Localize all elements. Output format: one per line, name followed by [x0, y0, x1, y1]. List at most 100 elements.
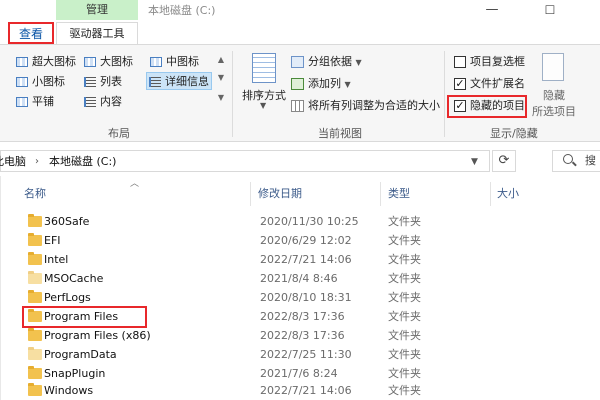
layout-item-label: 中图标: [166, 55, 199, 68]
file-type: 文件夹: [388, 291, 421, 304]
column-header-name[interactable]: 名称: [24, 186, 46, 202]
file-name: Windows: [44, 384, 94, 397]
hidden-folder-icon: [28, 271, 42, 284]
chevron-down-icon[interactable]: ▼: [216, 71, 226, 85]
layout-item-label: 大图标: [100, 55, 133, 68]
layout-list[interactable]: 列表: [82, 73, 122, 91]
folder-icon: [28, 366, 42, 379]
file-type: 文件夹: [388, 215, 421, 228]
column-divider[interactable]: [250, 182, 251, 206]
sort-icon: [252, 53, 276, 83]
large-icons-icon: [84, 57, 96, 67]
layout-extra-large-icons[interactable]: 超大图标: [14, 53, 76, 71]
chevron-down-icon: ▼: [260, 101, 267, 110]
group-label-show-hide: 显示/隐藏: [490, 127, 538, 140]
item-checkboxes-toggle[interactable]: 项目复选框: [452, 53, 525, 71]
table-row[interactable]: 360Safe 2020/11/30 10:25 文件夹: [18, 212, 488, 231]
window-title: 本地磁盘 (C:): [148, 4, 216, 17]
column-header-type[interactable]: 类型: [388, 186, 410, 202]
folder-icon: [28, 383, 42, 396]
layout-medium-icons[interactable]: 中图标: [148, 53, 199, 71]
table-row[interactable]: PerfLogs 2020/8/10 18:31 文件夹: [18, 288, 488, 307]
search-placeholder: 搜: [585, 154, 596, 167]
file-modified-date: 2020/11/30 10:25: [260, 215, 359, 228]
hide-selected-label-line2: 所选项目: [532, 105, 576, 118]
table-row[interactable]: EFI 2020/6/29 12:02 文件夹: [18, 231, 488, 250]
fit-columns-icon: [291, 100, 304, 112]
add-column-button[interactable]: 添加列 ▼: [290, 75, 351, 93]
tab-view[interactable]: 查看: [8, 22, 54, 44]
layout-small-icons[interactable]: 小图标: [14, 73, 65, 91]
file-name: ProgramData: [44, 348, 117, 361]
refresh-button[interactable]: ⟳: [492, 150, 516, 172]
breadcrumb-local-disk[interactable]: 本地磁盘 (C:): [49, 154, 116, 170]
group-label-current-view: 当前视图: [318, 127, 362, 140]
table-row[interactable]: Program Files (x86) 2022/8/3 17:36 文件夹: [18, 326, 488, 345]
list-icon: [84, 77, 96, 87]
folder-icon: [28, 233, 42, 246]
folder-icon: [28, 328, 42, 341]
checkbox-checked[interactable]: ✓: [454, 78, 466, 90]
column-header-size[interactable]: 大小: [497, 186, 519, 202]
chevron-down-icon[interactable]: ▼: [471, 154, 478, 170]
hide-selected-label: 隐藏: [543, 89, 565, 102]
layout-item-label: 列表: [100, 75, 122, 88]
layout-details[interactable]: 详细信息: [146, 72, 212, 90]
file-extensions-label: 文件扩展名: [470, 77, 525, 90]
breadcrumb-this-pc[interactable]: 此电脑: [0, 154, 26, 170]
table-row[interactable]: Intel 2022/7/21 14:06 文件夹: [18, 250, 488, 269]
title-bar: 管理 本地磁盘 (C:) — ☐ 查看 驱动器工具: [0, 0, 600, 44]
file-name: 360Safe: [44, 215, 90, 228]
chevron-down-icon: ▼: [344, 80, 351, 89]
maximize-button[interactable]: ☐: [530, 0, 570, 22]
search-input[interactable]: 搜: [552, 150, 600, 172]
checkbox[interactable]: [454, 56, 466, 68]
layout-content[interactable]: 内容: [82, 93, 122, 111]
column-divider[interactable]: [380, 182, 381, 206]
address-bar-row: 此电脑 › 本地磁盘 (C:) ▼ ⟳ 搜: [0, 148, 600, 176]
search-icon: [563, 154, 573, 164]
file-name: PerfLogs: [44, 291, 91, 304]
minimize-button[interactable]: —: [472, 0, 512, 22]
table-row[interactable]: MSOCache 2021/8/4 8:46 文件夹: [18, 269, 488, 288]
file-modified-date: 2022/7/21 14:06: [260, 253, 352, 266]
chevron-up-icon[interactable]: ▲: [216, 53, 226, 67]
group-by-icon: [291, 56, 304, 68]
file-modified-date: 2020/6/29 12:02: [260, 234, 352, 247]
table-row[interactable]: ProgramData 2022/7/25 11:30 文件夹: [18, 345, 488, 364]
file-type: 文件夹: [388, 272, 421, 285]
content-icon: [84, 97, 96, 107]
hidden-folder-icon: [28, 347, 42, 360]
tab-manage[interactable]: 管理: [56, 0, 138, 20]
file-modified-date: 2021/8/4 8:46: [260, 272, 338, 285]
folder-icon: [28, 252, 42, 265]
hidden-items-highlight: [447, 95, 527, 118]
layout-large-icons[interactable]: 大图标: [82, 53, 133, 71]
breadcrumb-separator-icon[interactable]: ›: [35, 154, 39, 170]
layout-item-label: 平铺: [32, 95, 54, 108]
address-bar[interactable]: 此电脑 › 本地磁盘 (C:) ▼: [0, 150, 490, 172]
column-divider[interactable]: [490, 182, 491, 206]
chevron-down-icon: ▼: [355, 58, 362, 67]
more-layouts-icon[interactable]: ▼: [216, 91, 226, 105]
file-list: ︿ 名称 修改日期 类型 大小 360Safe 2020/11/30 10:25…: [0, 176, 600, 400]
details-icon: [149, 77, 161, 87]
column-header-modified[interactable]: 修改日期: [258, 186, 302, 202]
group-by-button[interactable]: 分组依据 ▼: [290, 53, 362, 71]
size-columns-to-fit-button[interactable]: 将所有列调整为合适的大小: [290, 97, 440, 115]
layout-tiles[interactable]: 平铺: [14, 93, 54, 111]
table-row[interactable]: Windows 2022/7/21 14:06 文件夹: [18, 381, 488, 400]
layout-item-label: 超大图标: [32, 55, 76, 68]
file-modified-date: 2022/7/25 11:30: [260, 348, 352, 361]
tiles-icon: [16, 97, 28, 107]
layout-item-label: 详细信息: [165, 75, 209, 88]
group-divider: [444, 51, 445, 137]
sort-by-button[interactable]: 排序方式 ▼: [240, 53, 288, 113]
group-by-label: 分组依据: [308, 55, 352, 68]
group-label-layout: 布局: [108, 127, 130, 140]
file-extensions-toggle[interactable]: ✓ 文件扩展名: [452, 75, 525, 93]
file-type: 文件夹: [388, 310, 421, 323]
tab-drive-tools[interactable]: 驱动器工具: [56, 22, 138, 44]
file-name: Intel: [44, 253, 69, 266]
small-icons-icon: [16, 77, 28, 87]
